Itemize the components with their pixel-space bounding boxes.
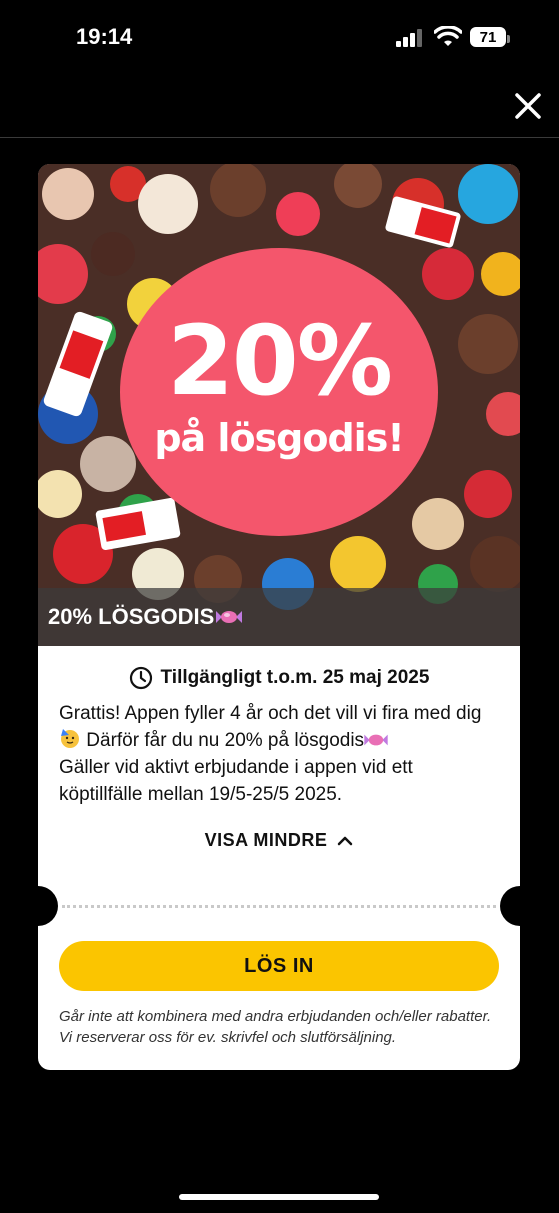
status-bar: 19:14 71 [0,0,559,76]
signal-icon [396,29,422,47]
candy-icon [216,611,243,623]
party-face-icon [61,729,79,748]
promo-headline: på lösgodis! [154,416,404,460]
description-line-3: Gäller vid aktivt erbjudande i appen vid… [59,757,413,805]
show-less-toggle[interactable]: VISA MINDRE [38,830,520,851]
status-time: 19:14 [76,24,133,49]
wifi-icon [434,26,462,46]
offer-image: 20% på lösgodis! 20% LÖSGODIS [38,164,520,646]
show-less-label: VISA MINDRE [204,830,328,850]
ticket-divider [62,905,496,908]
close-button[interactable] [510,88,546,124]
battery-icon: 71 [470,27,510,47]
offer-description: Grattis! Appen fyller 4 år och det vill … [59,700,499,808]
ticket-notch-left [38,886,58,926]
promo-percent: 20% [167,305,393,417]
image-caption-bar: 20% LÖSGODIS [38,588,520,646]
chevron-up-icon [338,836,353,845]
home-indicator[interactable] [179,1194,379,1200]
clock-icon [129,666,152,690]
battery-level: 71 [479,28,497,46]
disclaimer-text: Går inte att kombinera med andra erbjuda… [59,1008,492,1046]
promo-badge: 20% på lösgodis! [120,248,438,536]
availability-row: Tillgängligt t.o.m. 25 maj 2025 [38,666,520,690]
description-line-1: Grattis! Appen fyller 4 år och det vill … [59,703,482,724]
description-line-2: Därför får du nu 20% på lösgodis [81,730,365,751]
offer-card: 20% på lösgodis! 20% LÖSGODIS Tillgängli… [38,164,520,1070]
redeem-label: LÖS IN [244,954,314,977]
candy-icon [364,734,388,746]
redeem-button[interactable]: LÖS IN [59,941,499,991]
ticket-notch-right [500,886,520,926]
availability-text: Tillgängligt t.o.m. 25 maj 2025 [160,667,430,688]
header-divider [0,137,559,138]
offer-title: 20% LÖSGODIS [48,604,215,629]
